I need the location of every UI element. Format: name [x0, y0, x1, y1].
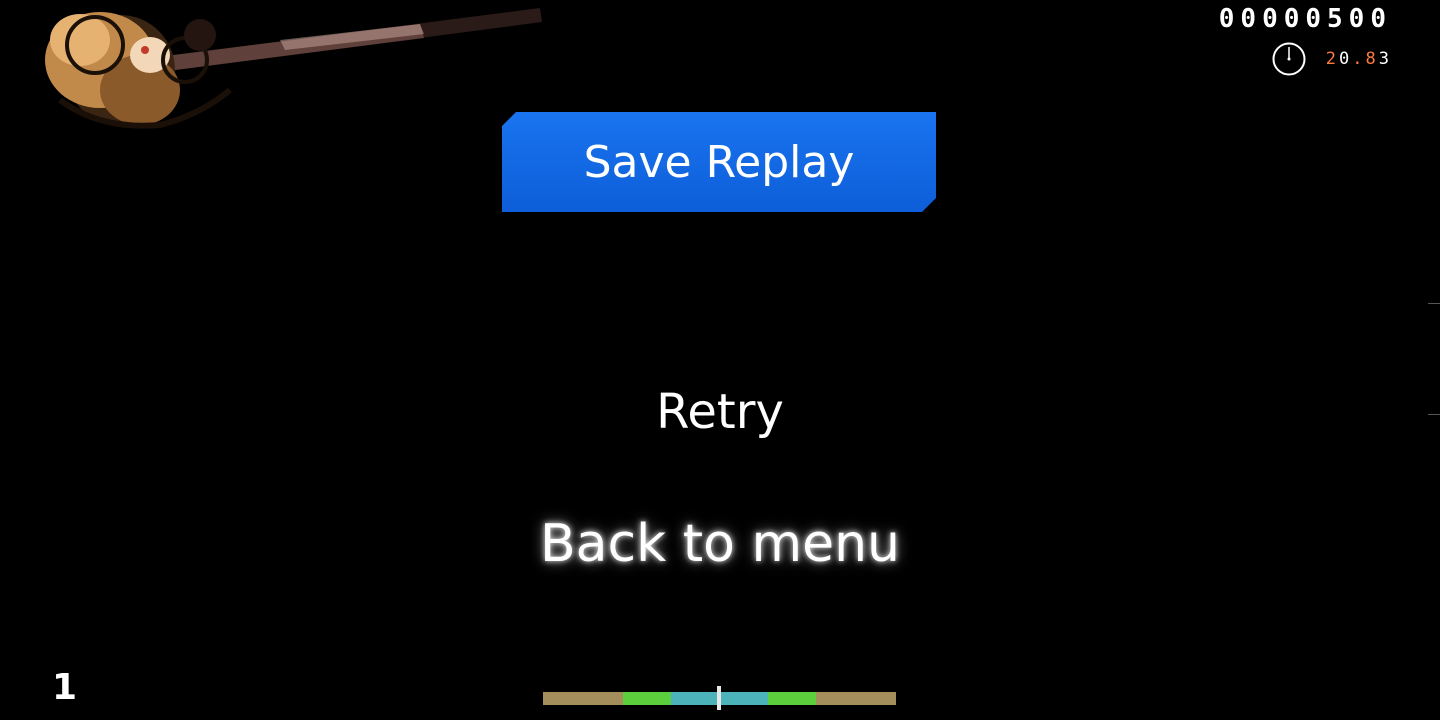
back-to-menu-label: Back to menu	[539, 514, 901, 574]
hit-error-center-marker	[717, 686, 721, 710]
save-replay-label: Save Replay	[583, 136, 855, 188]
accuracy-digit: 0	[1339, 49, 1353, 69]
accuracy-row: 20.83	[1272, 42, 1392, 76]
combo-counter: 1	[52, 667, 78, 708]
hit-window-ok-right	[768, 692, 816, 705]
accuracy-display: 20.83	[1326, 49, 1392, 69]
edge-marker	[1428, 303, 1440, 304]
score-counter: 00000500	[1218, 4, 1392, 34]
health-bar-with-portrait	[0, 0, 560, 140]
hit-window-ok-left	[623, 692, 671, 705]
hit-window-meh-right	[816, 692, 896, 705]
back-to-menu-button[interactable]: Back to menu	[480, 502, 960, 586]
accuracy-digit: 3	[1378, 49, 1392, 69]
character-portrait	[45, 12, 232, 129]
retry-label: Retry	[656, 384, 784, 440]
save-replay-button[interactable]: Save Replay	[502, 112, 936, 212]
accuracy-digit: 8	[1365, 49, 1379, 69]
song-progress-pie-icon	[1272, 42, 1306, 76]
hit-window-meh-left	[543, 692, 623, 705]
accuracy-decimal-point: .	[1352, 49, 1366, 69]
health-bar-graphic	[45, 8, 542, 129]
retry-button[interactable]: Retry	[520, 372, 920, 452]
accuracy-digit: 2	[1325, 49, 1339, 69]
edge-marker	[1428, 414, 1440, 415]
